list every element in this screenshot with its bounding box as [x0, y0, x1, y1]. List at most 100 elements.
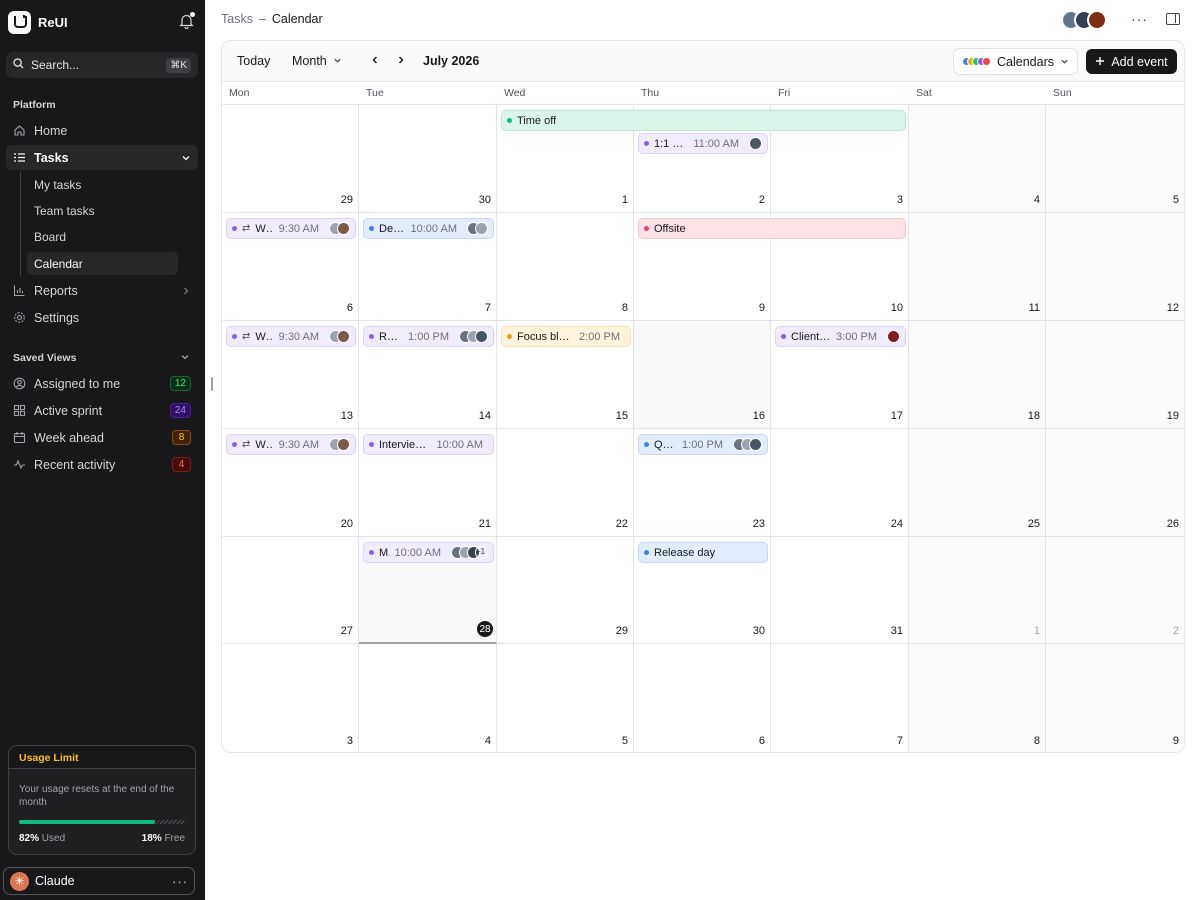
day-number: 24	[890, 518, 903, 530]
saved-view-recent-activity[interactable]: Recent activity 4	[6, 452, 198, 477]
calendars-select[interactable]: Calendars	[953, 48, 1078, 75]
day-cell[interactable]: 4	[359, 644, 497, 752]
calendar-event[interactable]: Road… 1:00 PM	[363, 326, 494, 347]
sidebar-resize-handle[interactable]	[211, 377, 213, 391]
day-cell[interactable]: 18	[909, 321, 1046, 429]
sidebar-subitem-team-tasks[interactable]: Team tasks	[27, 199, 178, 222]
saved-view-week-ahead[interactable]: Week ahead 8	[6, 425, 198, 450]
day-cell[interactable]: 4	[909, 105, 1046, 213]
day-cell[interactable]: 30	[359, 105, 497, 213]
calendar-event[interactable]: Mo… 10:00 AM +1	[363, 542, 494, 563]
brand[interactable]: ReUI	[8, 10, 68, 34]
day-number: 31	[890, 625, 903, 637]
day-cell[interactable]: 5	[1046, 105, 1184, 213]
user-menu[interactable]: ✳ Claude ···	[3, 867, 195, 895]
gear-icon	[13, 311, 26, 324]
view-select[interactable]: Month	[285, 48, 349, 74]
day-number: 21	[478, 518, 491, 530]
grid-icon	[13, 404, 26, 417]
breadcrumb-parent[interactable]: Tasks	[221, 12, 253, 26]
day-cell[interactable]: 12	[1046, 213, 1184, 321]
current-month-title: July 2026	[423, 54, 480, 68]
day-cell[interactable]: 31	[771, 537, 909, 644]
sidebar-item-reports[interactable]: Reports	[6, 278, 198, 303]
day-cell[interactable]: 29	[222, 105, 359, 213]
saved-view-active-sprint[interactable]: Active sprint 24	[6, 398, 198, 423]
day-cell[interactable]: 8	[497, 213, 634, 321]
event-color-dot	[369, 334, 374, 339]
day-number: 7	[484, 302, 491, 314]
home-icon	[13, 124, 26, 137]
search-input[interactable]: Search... ⌘K	[6, 52, 198, 78]
more-horizontal-icon[interactable]: ···	[1131, 11, 1148, 27]
calendar-event[interactable]: ⇄ We… 9:30 AM	[226, 218, 356, 239]
sidebar-item-home[interactable]: Home	[6, 118, 198, 143]
day-cell[interactable]: 5	[497, 644, 634, 752]
tasks-icon	[13, 151, 26, 164]
calendar-event[interactable]: ⇄ We… 9:30 AM	[226, 326, 356, 347]
sidebar-subitem-calendar[interactable]: Calendar	[27, 252, 178, 275]
event-color-dot	[369, 226, 374, 231]
add-event-button[interactable]: Add event	[1086, 49, 1177, 74]
calendar-event[interactable]: Offsite	[638, 218, 906, 239]
today-button[interactable]: Today	[230, 48, 277, 74]
day-cell[interactable]: 26	[1046, 429, 1184, 537]
view-select-label: Month	[292, 54, 327, 68]
day-number: 16	[752, 410, 765, 422]
notification-bell-icon[interactable]	[179, 12, 195, 30]
sidebar-item-tasks[interactable]: Tasks	[6, 145, 198, 170]
calendar-event[interactable]: Quart… 1:00 PM	[638, 434, 768, 455]
add-event-label: Add event	[1111, 54, 1168, 69]
saved-view-count-badge: 24	[169, 403, 191, 418]
calendar-event[interactable]: Interview: … 10:00 AM	[363, 434, 494, 455]
calendar-event[interactable]: Client c… 3:00 PM	[775, 326, 906, 347]
calendar-event[interactable]: 1:1 with… 11:00 AM	[638, 133, 768, 154]
calendar-icon	[13, 431, 26, 444]
day-cell[interactable]: 27	[222, 537, 359, 644]
user-circle-icon	[13, 377, 26, 390]
day-cell[interactable]: 25	[909, 429, 1046, 537]
event-time: 1:00 PM	[682, 438, 723, 451]
usage-limit-card: Usage Limit Your usage resets at the end…	[8, 745, 196, 855]
day-cell[interactable]: 6	[634, 644, 771, 752]
day-cell[interactable]: 9	[1046, 644, 1184, 752]
calendar-event[interactable]: Desig… 10:00 AM	[363, 218, 494, 239]
more-options-icon[interactable]: ···	[172, 874, 188, 889]
saved-view-count-badge: 4	[172, 457, 191, 472]
avatar[interactable]	[1087, 10, 1107, 30]
next-month-button[interactable]	[389, 48, 413, 74]
saved-view-assigned-to-me[interactable]: Assigned to me 12	[6, 371, 198, 396]
sidebar-item-settings[interactable]: Settings	[6, 305, 198, 330]
day-cell[interactable]: 22	[497, 429, 634, 537]
day-number: 12	[1166, 302, 1179, 314]
day-cell[interactable]: 2	[1046, 537, 1184, 644]
calendar-event[interactable]: Release day	[638, 542, 768, 563]
sidebar-subitem-my-tasks[interactable]: My tasks	[27, 173, 178, 196]
day-cell[interactable]: 11	[909, 213, 1046, 321]
day-cell[interactable]: 19	[1046, 321, 1184, 429]
calendar-event[interactable]: Focus block 2:00 PM	[501, 326, 631, 347]
day-cell[interactable]: 7	[771, 644, 909, 752]
event-color-dot	[781, 334, 786, 339]
day-number: 5	[1172, 194, 1179, 206]
sidebar-item-label: Tasks	[34, 150, 69, 165]
day-cell[interactable]: 29	[497, 537, 634, 644]
calendar-event[interactable]: Time off	[501, 110, 906, 131]
day-cell[interactable]: 1	[909, 537, 1046, 644]
sidebar-subitem-board[interactable]: Board	[27, 225, 178, 248]
day-cell[interactable]: 24	[771, 429, 909, 537]
day-number: 20	[340, 518, 353, 530]
day-cell[interactable]: 16	[634, 321, 771, 429]
calendar-event[interactable]: ⇄ We… 9:30 AM	[226, 434, 356, 455]
day-cell[interactable]: 8	[909, 644, 1046, 752]
saved-views-chevron-down-icon[interactable]	[180, 352, 190, 362]
day-cell[interactable]: 3	[222, 644, 359, 752]
sidebar-item-label: Reports	[34, 283, 78, 298]
day-number: 29	[615, 625, 628, 637]
repeat-icon: ⇄	[242, 223, 251, 234]
prev-month-button[interactable]	[363, 48, 387, 74]
weekday-label: Wed	[504, 87, 526, 99]
collaborator-avatars[interactable]	[1061, 10, 1107, 30]
toggle-panel-icon[interactable]	[1166, 13, 1180, 25]
event-color-dot	[369, 550, 374, 555]
